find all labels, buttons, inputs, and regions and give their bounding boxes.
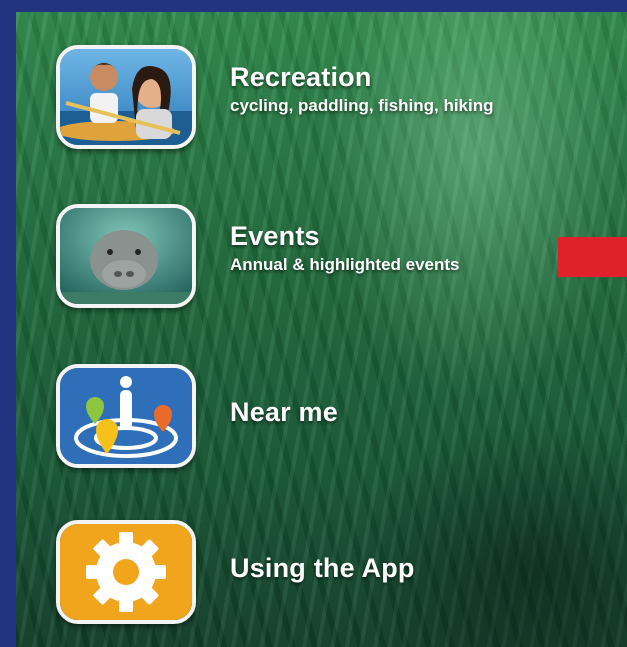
app-frame: Recreation cycling, paddling, fishing, h… [0, 0, 627, 647]
side-tab-marker[interactable] [558, 237, 627, 277]
menu-item-subtitle: Annual & highlighted events [230, 255, 460, 274]
menu-item-title: Near me [230, 397, 338, 427]
using-the-app-label: Using the App [230, 552, 415, 584]
menu-item-near-me[interactable]: Near me [56, 364, 596, 474]
near-me-label: Near me [230, 396, 338, 428]
events-label: Events Annual & highlighted events [230, 220, 460, 276]
manatee-photo-icon [56, 204, 196, 308]
menu-item-events[interactable]: Events Annual & highlighted events [56, 204, 596, 314]
menu-item-using-the-app[interactable]: Using the App [56, 520, 596, 630]
menu-item-title: Recreation [230, 62, 372, 92]
kayaking-couple-photo-icon [56, 45, 196, 149]
menu-item-title: Events [230, 221, 320, 251]
menu-item-title: Using the App [230, 553, 415, 583]
gear-icon [56, 520, 196, 624]
recreation-label: Recreation cycling, paddling, fishing, h… [230, 61, 494, 117]
menu-item-subtitle: cycling, paddling, fishing, hiking [230, 96, 494, 115]
location-pins-icon [56, 364, 196, 468]
menu-item-recreation[interactable]: Recreation cycling, paddling, fishing, h… [56, 45, 596, 155]
main-menu-screen: Recreation cycling, paddling, fishing, h… [16, 12, 627, 647]
